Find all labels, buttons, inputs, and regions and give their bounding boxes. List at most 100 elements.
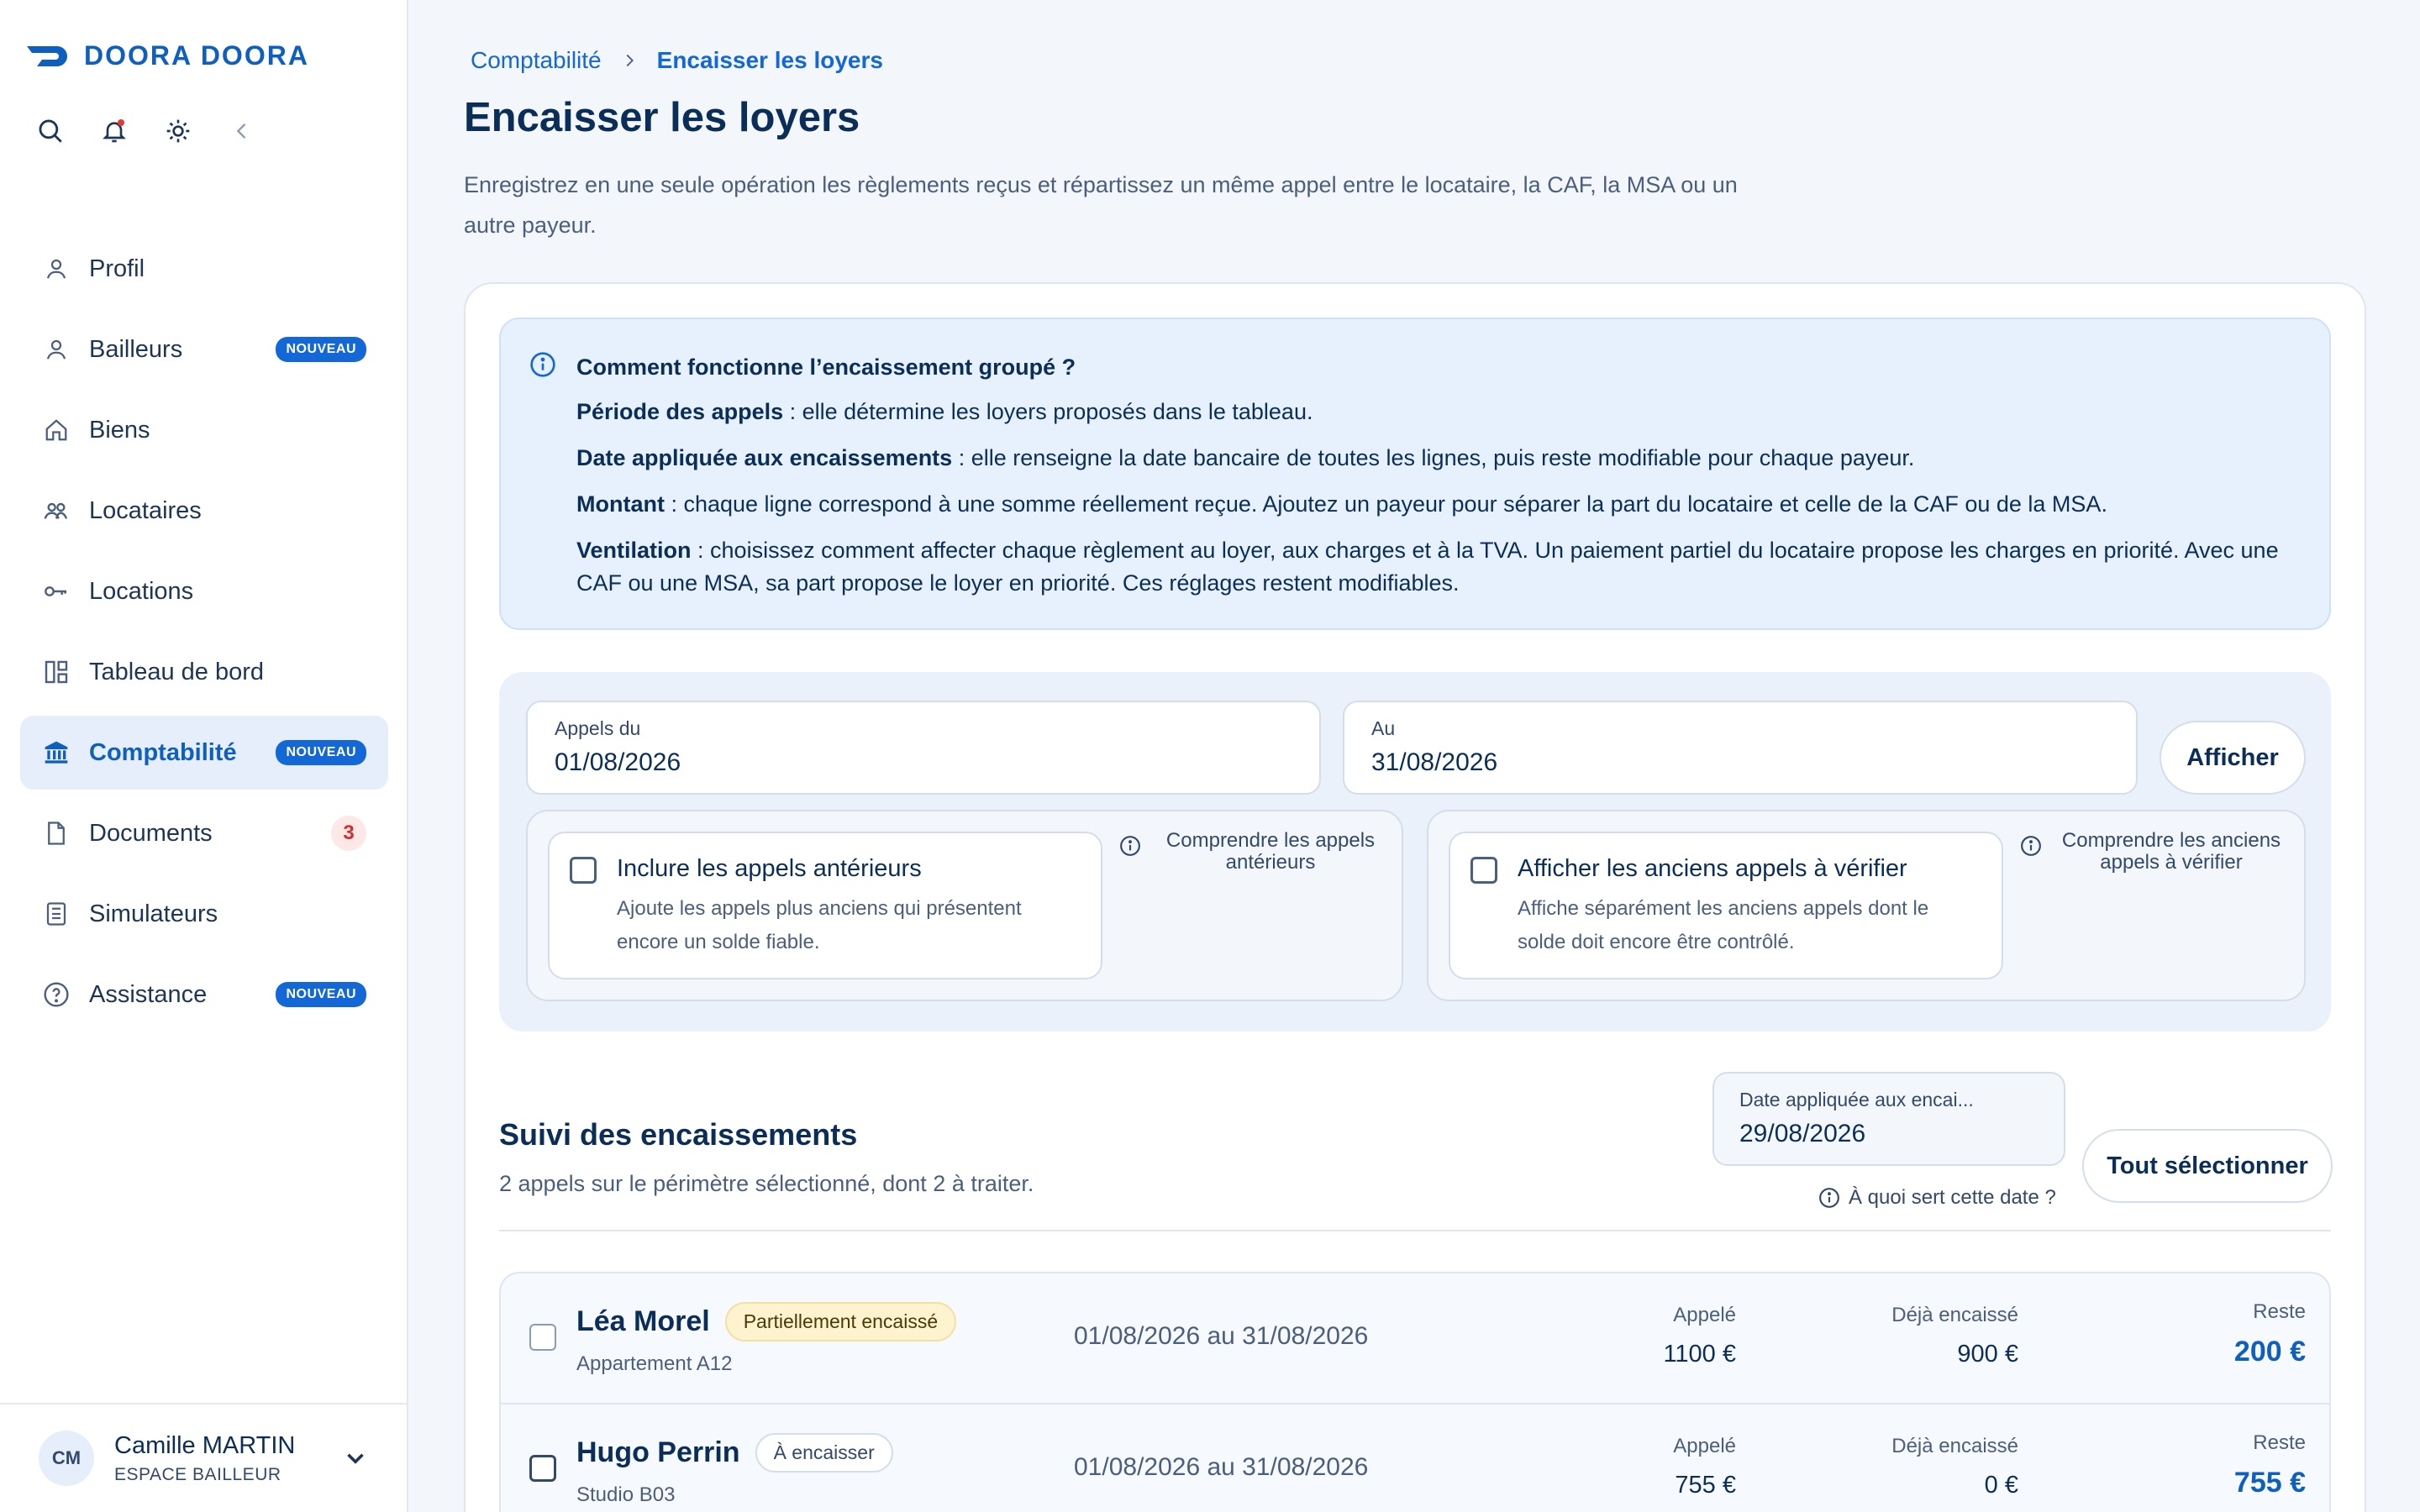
info-text: : elle détermine les loyers proposés dan… <box>783 399 1313 424</box>
earlier-calls-help[interactable]: Comprendre les appels antérieurs <box>1119 830 1388 874</box>
unit-label: Studio B03 <box>576 1483 676 1506</box>
show-button[interactable]: Afficher <box>2160 721 2306 795</box>
sidebar-item-label: Assistance <box>89 980 208 1008</box>
help-icon <box>42 980 71 1009</box>
paid-amount: Déjà encaissé 0 € <box>1891 1435 2018 1499</box>
period-to-label: Au <box>1371 717 1396 739</box>
user-role: ESPACE BAILLEUR <box>114 1464 281 1484</box>
sidebar-item-documents[interactable]: Documents 3 <box>20 796 388 870</box>
sidebar-item-label: Locations <box>89 577 194 605</box>
called-amount: Appelé 1100 € <box>1663 1304 1736 1368</box>
help-text: Comprendre les anciens appels à vérifier <box>2061 829 2281 874</box>
sidebar-item-profil[interactable]: Profil <box>20 232 388 306</box>
period-to-value: 31/08/2026 <box>1371 748 1498 776</box>
sidebar-item-label: Tableau de bord <box>89 658 264 685</box>
include-earlier-calls-option[interactable]: Inclure les appels antérieurs Ajoute les… <box>548 832 1102 979</box>
sidebar-item-label: Profil <box>89 255 145 282</box>
info-title: Comment fonctionne l’encaissement groupé… <box>576 354 1076 380</box>
amount-value: 755 € <box>1675 1472 1736 1499</box>
status-badge: À encaisser <box>755 1433 893 1473</box>
sidebar-item-tableau-de-bord[interactable]: Tableau de bord <box>20 635 388 709</box>
tenant: Léa Morel Partiellement encaissé <box>576 1302 957 1341</box>
help-text: Comprendre les appels antérieurs <box>1165 829 1376 874</box>
tenant-name: Léa Morel <box>576 1305 710 1337</box>
divider <box>499 1230 2331 1231</box>
user-icon <box>42 335 71 364</box>
logo[interactable]: DOORA DOORA <box>25 40 309 71</box>
old-calls-help[interactable]: Comprendre les anciens appels à vérifier <box>2020 830 2289 874</box>
search-icon[interactable] <box>34 114 67 148</box>
column-label: Appelé <box>1673 1304 1736 1326</box>
info-text: : choisissez comment affecter chaque règ… <box>576 538 2279 596</box>
list-item[interactable]: Léa Morel Partiellement encaissé Apparte… <box>501 1273 2329 1403</box>
bell-icon[interactable] <box>97 114 131 148</box>
option-title: Afficher les anciens appels à vérifier <box>1518 855 1907 882</box>
breadcrumb: Comptabilité Encaisser les loyers <box>471 47 883 74</box>
info-term: Ventilation <box>576 538 692 563</box>
page-title: Encaisser les loyers <box>464 95 860 140</box>
new-badge: NOUVEAU <box>276 982 366 1007</box>
info-panel: Comment fonctionne l’encaissement groupé… <box>499 318 2331 630</box>
page-description: Enregistrez en une seule opération les r… <box>464 172 1738 238</box>
sun-icon[interactable] <box>161 114 195 148</box>
notification-dot <box>118 119 124 126</box>
show-old-calls-checkbox[interactable] <box>1470 857 1497 884</box>
info-term: Date appliquée aux encaissements <box>576 445 953 470</box>
info-line: Montant : chaque ligne correspond à une … <box>576 488 2307 521</box>
new-badge: NOUVEAU <box>276 740 366 765</box>
document-icon <box>42 819 71 848</box>
collapse-chevron-icon[interactable] <box>225 114 259 148</box>
sidebar-nav: Profil Bailleurs NOUVEAU Biens Locataire… <box>20 232 388 1038</box>
called-amount: Appelé 755 € <box>1673 1435 1736 1499</box>
sidebar-item-bailleurs[interactable]: Bailleurs NOUVEAU <box>20 312 388 386</box>
applied-date-field[interactable]: Date appliquée aux encai... 29/08/2026 <box>1712 1072 2065 1166</box>
new-badge: NOUVEAU <box>276 337 366 362</box>
sidebar-item-comptabilite[interactable]: Comptabilité NOUVEAU <box>20 716 388 790</box>
remaining-amount: Reste 200 € <box>2234 1300 2306 1368</box>
applied-date-help[interactable]: À quoi sert cette date ? <box>1818 1186 2056 1210</box>
info-line: Date appliquée aux encaissements : elle … <box>576 442 2307 475</box>
amount-value: 0 € <box>1984 1472 2018 1499</box>
column-label: Appelé <box>1673 1435 1736 1457</box>
avatar: CM <box>39 1431 94 1486</box>
period-to-field[interactable]: Au 31/08/2026 <box>1343 701 2138 795</box>
unit-label: Appartement A12 <box>576 1352 733 1375</box>
logo-icon <box>27 45 67 66</box>
sidebar-item-label: Biens <box>89 416 150 444</box>
chevron-down-icon[interactable] <box>341 1444 370 1473</box>
sidebar-item-label: Locataires <box>89 496 202 524</box>
bank-icon <box>42 738 71 767</box>
sidebar-item-biens[interactable]: Biens <box>20 393 388 467</box>
calculator-icon <box>42 900 71 928</box>
period-from-value: 01/08/2026 <box>555 748 681 776</box>
status-badge: Partiellement encaissé <box>724 1302 957 1341</box>
include-earlier-calls-checkbox[interactable] <box>570 857 597 884</box>
show-old-calls-option[interactable]: Afficher les anciens appels à vérifier A… <box>1449 832 2003 979</box>
amount-value: 755 € <box>2233 1467 2306 1499</box>
row-checkbox[interactable] <box>529 1324 556 1351</box>
info-text: : elle renseigne la date bancaire de tou… <box>952 445 1915 470</box>
sidebar: DOORA DOORA Profil Bailleurs NOUVEAU Bie… <box>0 0 408 1512</box>
row-checkbox[interactable] <box>529 1455 556 1482</box>
info-icon <box>530 352 555 377</box>
paid-amount: Déjà encaissé 900 € <box>1891 1304 2018 1368</box>
sidebar-item-simulateurs[interactable]: Simulateurs <box>20 877 388 951</box>
sidebar-item-locataires[interactable]: Locataires <box>20 474 388 548</box>
dashboard-icon <box>42 658 71 686</box>
user-menu[interactable]: CM Camille MARTIN ESPACE BAILLEUR <box>0 1403 408 1512</box>
list-item[interactable]: Hugo Perrin À encaisser Studio B03 01/08… <box>501 1403 2329 1512</box>
applied-date-value: 29/08/2026 <box>1739 1120 1866 1147</box>
user-icon <box>42 255 71 283</box>
column-label: Reste <box>2253 1300 2306 1323</box>
period-from-field[interactable]: Appels du 01/08/2026 <box>526 701 1321 795</box>
user-name: Camille MARTIN <box>114 1431 296 1459</box>
tracking-title: Suivi des encaissements <box>499 1117 858 1152</box>
select-all-button[interactable]: Tout sélectionner <box>2082 1129 2333 1203</box>
column-label: Déjà encaissé <box>1891 1304 2018 1326</box>
info-term: Montant <box>576 491 665 517</box>
sidebar-item-assistance[interactable]: Assistance NOUVEAU <box>20 958 388 1032</box>
sidebar-item-locations[interactable]: Locations <box>20 554 388 628</box>
breadcrumb-current: Encaisser les loyers <box>656 47 883 73</box>
help-text: À quoi sert cette date ? <box>1849 1186 2056 1209</box>
breadcrumb-parent[interactable]: Comptabilité <box>471 47 602 74</box>
